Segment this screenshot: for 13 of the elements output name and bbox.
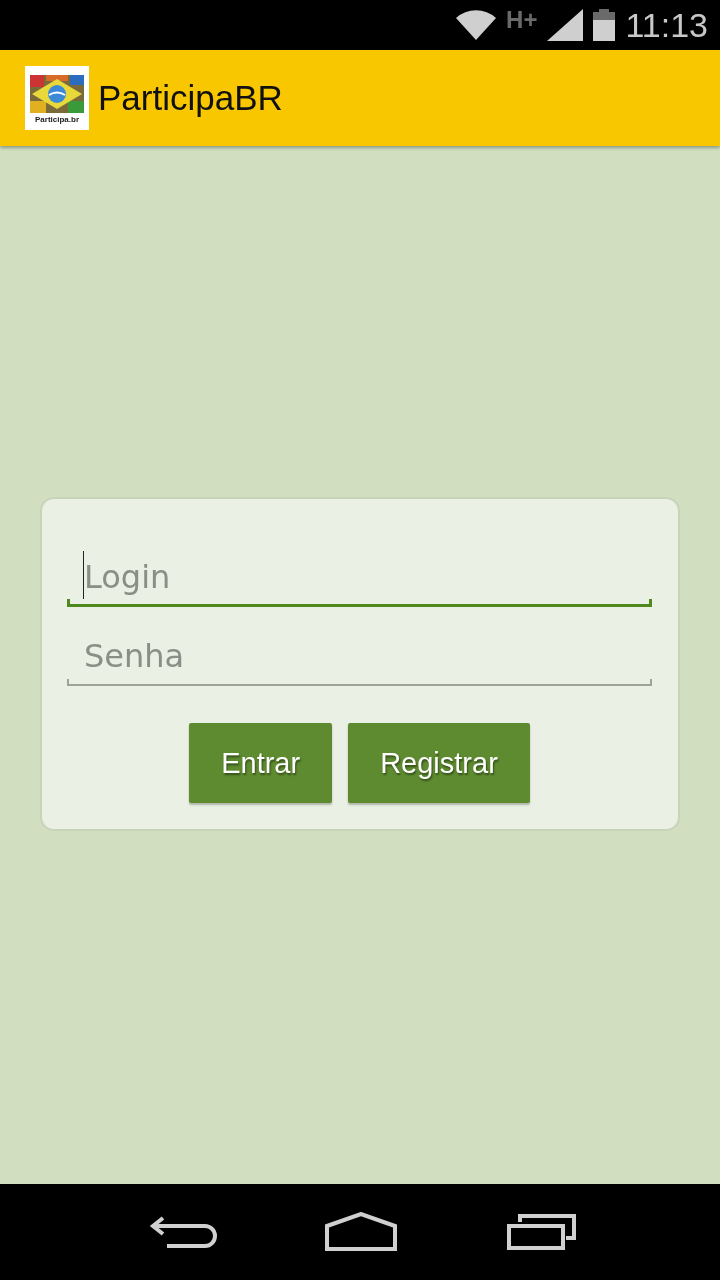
network-type: H+ bbox=[506, 6, 538, 34]
signal-icon bbox=[547, 9, 584, 41]
home-icon[interactable] bbox=[324, 1212, 399, 1252]
back-icon[interactable] bbox=[148, 1214, 217, 1250]
logo-text: Participa.br bbox=[35, 115, 79, 125]
clock-time: 11:13 bbox=[625, 5, 708, 45]
sign-in-button[interactable]: Entrar bbox=[189, 723, 333, 803]
wifi-icon bbox=[456, 10, 497, 40]
register-button[interactable]: Registrar bbox=[348, 723, 530, 803]
battery-icon bbox=[593, 9, 616, 41]
recent-apps-icon[interactable] bbox=[506, 1214, 577, 1250]
app-title: ParticipaBR bbox=[98, 78, 283, 118]
flag-mosaic-icon bbox=[30, 75, 84, 113]
